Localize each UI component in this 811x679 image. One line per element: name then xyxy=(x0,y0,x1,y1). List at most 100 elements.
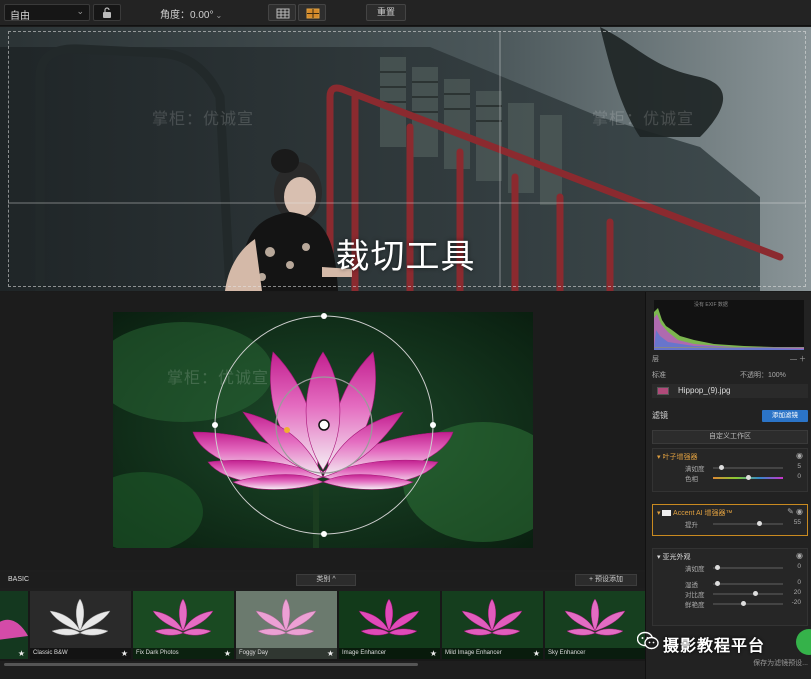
grid-overlay-button[interactable] xyxy=(268,4,296,21)
filters-header: 滤镜 添加滤镜 xyxy=(652,410,808,424)
layer-file-name: Hippop_(9).jpg xyxy=(678,386,731,395)
slider-knob[interactable] xyxy=(757,521,762,526)
preset-caption: Classic B&W xyxy=(30,648,131,659)
slider-knob[interactable] xyxy=(715,581,720,586)
chevron-down-icon: ⌄ xyxy=(76,6,84,16)
add-filter-button[interactable]: 添加滤镜 xyxy=(762,410,808,422)
wechat-icon xyxy=(637,631,659,650)
grid-icon xyxy=(276,8,290,19)
visibility-eye-icon[interactable]: ◉ xyxy=(796,551,803,560)
filters-label: 滤镜 xyxy=(652,411,668,420)
layers-label: 层 xyxy=(652,356,659,363)
wechat-brand-badge: 摄影教程平台 xyxy=(637,626,811,660)
filter-card-header[interactable]: ▾ 叶子增强器 ◉ xyxy=(653,449,807,463)
preset-thumbnail[interactable]: Image Enhancer ★ xyxy=(339,591,440,659)
histogram-graph xyxy=(654,308,804,350)
thirds-grid-icon xyxy=(306,8,320,19)
filter-card-header[interactable]: ▾ 亚光外观 ◉ xyxy=(653,549,807,563)
ai-badge-icon xyxy=(662,510,672,517)
add-preset-button[interactable]: + 预设添加 xyxy=(575,574,637,586)
thirds-overlay-button[interactable] xyxy=(298,4,326,21)
favorite-star-icon[interactable]: ★ xyxy=(327,649,334,658)
slider-track[interactable] xyxy=(713,465,783,470)
rotation-angle-control[interactable]: 角度：0.00° ⌄ xyxy=(160,6,222,21)
slider-label: 鲜艳度 xyxy=(685,602,705,609)
preset-caption: Sky Enhancer xyxy=(545,648,645,659)
slider-track[interactable] xyxy=(713,565,783,570)
slider-knob[interactable] xyxy=(719,465,724,470)
reset-button[interactable]: 重置 xyxy=(366,4,406,21)
slider-row[interactable]: 满如度 0 xyxy=(653,563,807,573)
slider-knob[interactable] xyxy=(715,565,720,570)
filter-card-header[interactable]: ▾ Accent AI 增强器™ ✎ ◉ xyxy=(653,505,807,519)
slider-knob[interactable] xyxy=(746,475,751,480)
preset-thumbnail[interactable]: Sky Enhancer xyxy=(545,591,645,659)
slider-value: 0 xyxy=(797,563,801,570)
filmstrip-scrollbar[interactable] xyxy=(4,663,418,666)
filter-card-foliage[interactable]: ▾ 叶子增强器 ◉ 满如度 5 色相 0 xyxy=(652,448,808,492)
filter-card-matte-look[interactable]: ▾ 亚光外观 ◉ 满如度 0 湿透 0 对比度 20 鲜艳度 -20 xyxy=(652,548,808,626)
unlock-icon xyxy=(103,7,111,18)
angle-value: 角度：0.00° xyxy=(160,10,214,21)
slider-value: 5 xyxy=(797,463,801,470)
slider-label: 对比度 xyxy=(685,592,705,599)
layers-header[interactable]: 层 — ＋ xyxy=(652,354,808,366)
preset-caption: Foggy Day xyxy=(236,648,337,659)
layer-file-row[interactable]: Hippop_(9).jpg xyxy=(652,384,808,398)
slider-row[interactable]: 鲜艳度 -20 xyxy=(653,599,807,609)
category-button[interactable]: 类别 ^ xyxy=(296,574,356,586)
favorite-star-icon[interactable]: ★ xyxy=(430,649,437,658)
histogram-label: 没有 EXIF 数据 xyxy=(694,302,728,308)
preset-thumbnail[interactable]: Classic B&W ★ xyxy=(30,591,131,659)
preset-thumbnail[interactable]: Mild Image Enhancer ★ xyxy=(442,591,543,659)
slider-row[interactable]: 湿透 0 xyxy=(653,579,807,589)
slider-track[interactable] xyxy=(713,521,783,526)
histogram: 没有 EXIF 数据 xyxy=(654,300,804,350)
aspect-ratio-value: 自由 xyxy=(10,11,30,22)
preset-thumbnail[interactable]: Fix Dark Photos ★ xyxy=(133,591,234,659)
slider-label: 提升 xyxy=(685,522,698,529)
favorite-star-icon[interactable]: ★ xyxy=(18,649,25,658)
slider-knob[interactable] xyxy=(753,591,758,596)
favorite-star-icon[interactable]: ★ xyxy=(533,649,540,658)
lock-aspect-button[interactable] xyxy=(93,4,121,21)
lotus-photo xyxy=(113,312,533,548)
watermark-text: 掌柜：优诚宣 xyxy=(167,370,270,387)
crop-tool-caption: 裁切工具 xyxy=(335,238,476,276)
filter-title: 亚光外观 xyxy=(662,554,691,561)
custom-workspace-button[interactable]: 自定义工作区 xyxy=(652,430,808,444)
slider-row[interactable]: 色相 0 xyxy=(653,473,807,483)
slider-value: 0 xyxy=(797,473,801,480)
layer-thumbnail xyxy=(657,387,669,395)
preset-thumbnail[interactable]: Foggy Day ★ xyxy=(236,591,337,659)
watermark-text: 掌柜：优诚宣 xyxy=(152,111,255,128)
slider-track[interactable] xyxy=(713,475,783,480)
layer-blend-row[interactable]: 标准 不透明：100% xyxy=(652,370,808,382)
slider-label: 湿透 xyxy=(685,582,698,589)
slider-row[interactable]: 提升 55 xyxy=(653,519,807,529)
slider-knob[interactable] xyxy=(741,601,746,606)
canvas-area: 掌柜：优诚宣 xyxy=(0,292,645,570)
crop-preview-image[interactable]: 掌柜：优诚宣 掌柜：优诚宣 裁切工具 xyxy=(0,27,811,291)
slider-track[interactable] xyxy=(713,601,783,606)
favorite-star-icon[interactable]: ★ xyxy=(224,649,231,658)
visibility-eye-icon[interactable]: ◉ xyxy=(796,451,803,460)
slider-row[interactable]: 对比度 20 xyxy=(653,589,807,599)
slider-track[interactable] xyxy=(713,581,783,586)
slider-track[interactable] xyxy=(713,591,783,596)
slider-row[interactable]: 满如度 5 xyxy=(653,463,807,473)
slider-label: 满如度 xyxy=(685,466,705,473)
visibility-eye-icon[interactable]: ✎ ◉ xyxy=(787,507,803,516)
lotus-preview-image[interactable]: 掌柜：优诚宣 xyxy=(113,312,533,548)
aspect-ratio-select[interactable]: 自由 ⌄ xyxy=(4,4,90,22)
preset-thumbnail[interactable]: ★ xyxy=(0,591,28,659)
filter-card-accent-ai[interactable]: ▾ Accent AI 增强器™ ✎ ◉ 提升 55 xyxy=(652,504,808,536)
preset-caption: Image Enhancer xyxy=(339,648,440,659)
brand-name: 摄影教程平台 xyxy=(663,638,766,655)
slider-value: 0 xyxy=(797,579,801,586)
favorite-star-icon[interactable]: ★ xyxy=(121,649,128,658)
editor-workspace: 掌柜：优诚宣 没有 EXIF 数据 层 — ＋ 标准 不透明：100% Hipp… xyxy=(0,292,811,679)
slider-label: 色相 xyxy=(685,476,698,483)
preset-caption: Mild Image Enhancer xyxy=(442,648,543,659)
layer-actions[interactable]: — ＋ xyxy=(790,354,806,364)
